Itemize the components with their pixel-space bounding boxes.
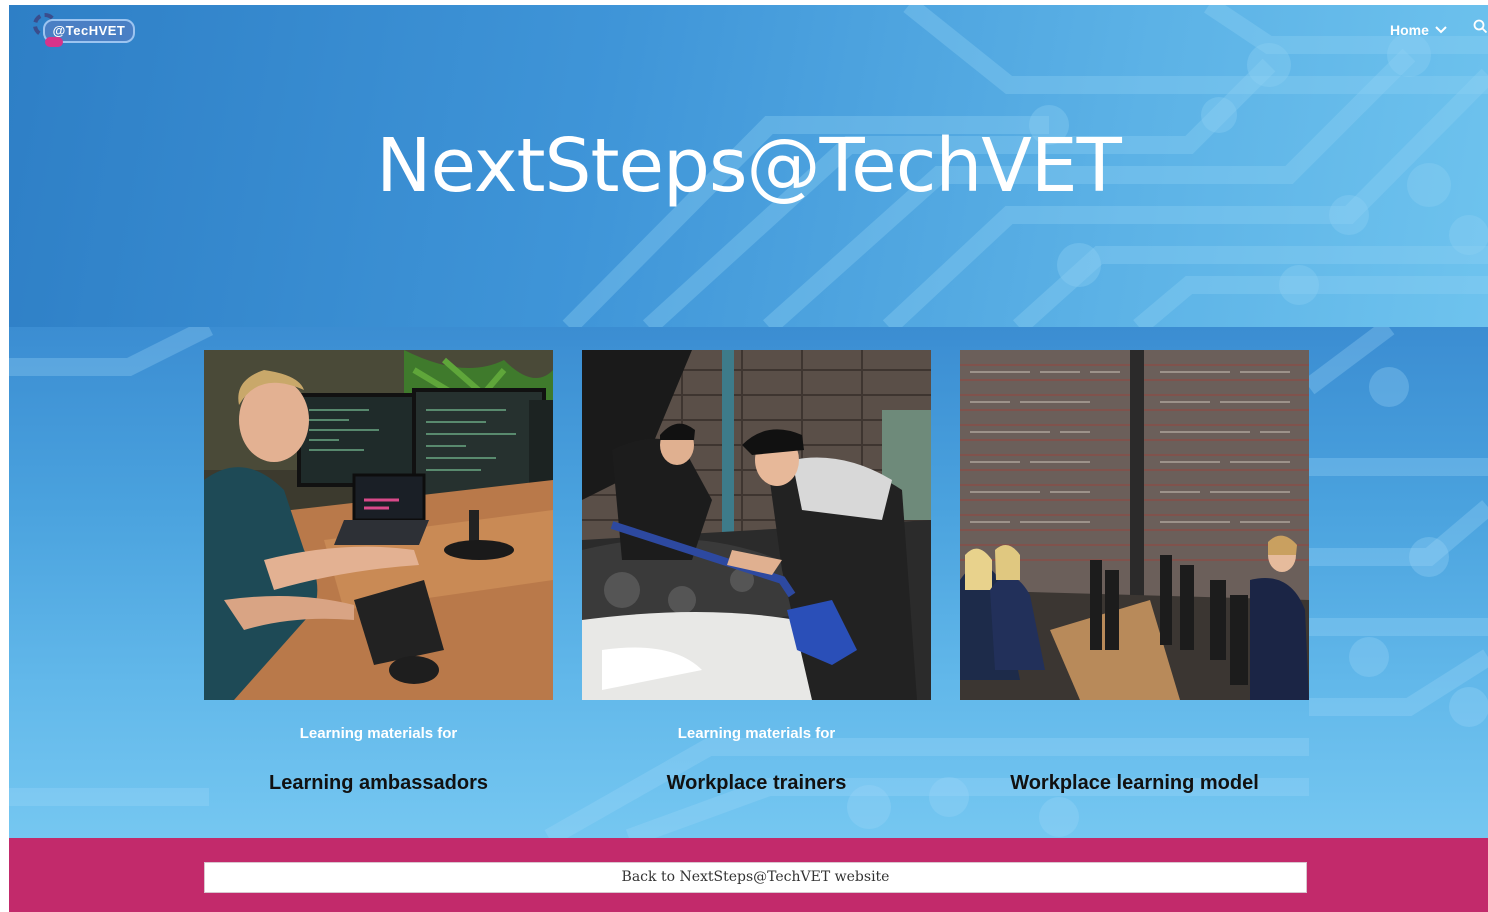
card-subtitle: Learning materials for bbox=[677, 725, 836, 742]
card-title-workplace-learning-model[interactable]: Workplace learning model bbox=[960, 772, 1309, 795]
learning-materials-section: Learning materials for Learning ambassad… bbox=[9, 327, 1488, 838]
nav-home-label: Home bbox=[1390, 22, 1429, 38]
card-image-learning-ambassadors[interactable] bbox=[204, 350, 553, 700]
page-title: NextSteps@TechVET bbox=[376, 123, 1122, 209]
techvet-logo[interactable]: @TecHVET bbox=[33, 11, 135, 51]
search-icon[interactable] bbox=[1473, 19, 1487, 33]
card-image-workplace-trainers[interactable] bbox=[582, 350, 931, 700]
chevron-down-icon bbox=[1435, 26, 1447, 34]
back-to-website-button[interactable]: Back to NextSteps@TechVET website bbox=[204, 862, 1307, 893]
card-title-workplace-trainers[interactable]: Workplace trainers bbox=[582, 772, 931, 795]
hero-banner: @TecHVET Home NextSteps@TechVET bbox=[9, 5, 1488, 327]
footer-bar: Back to NextSteps@TechVET website bbox=[9, 838, 1488, 912]
card-image-workplace-learning-model[interactable] bbox=[960, 350, 1309, 700]
nav-home-menu[interactable]: Home bbox=[1390, 22, 1447, 38]
card-title-learning-ambassadors[interactable]: Learning ambassadors bbox=[204, 772, 553, 795]
logo-accent bbox=[45, 37, 63, 47]
card-subtitle: Learning materials for bbox=[299, 725, 458, 742]
page: @TecHVET Home NextSteps@TechVET Learning… bbox=[9, 5, 1488, 912]
